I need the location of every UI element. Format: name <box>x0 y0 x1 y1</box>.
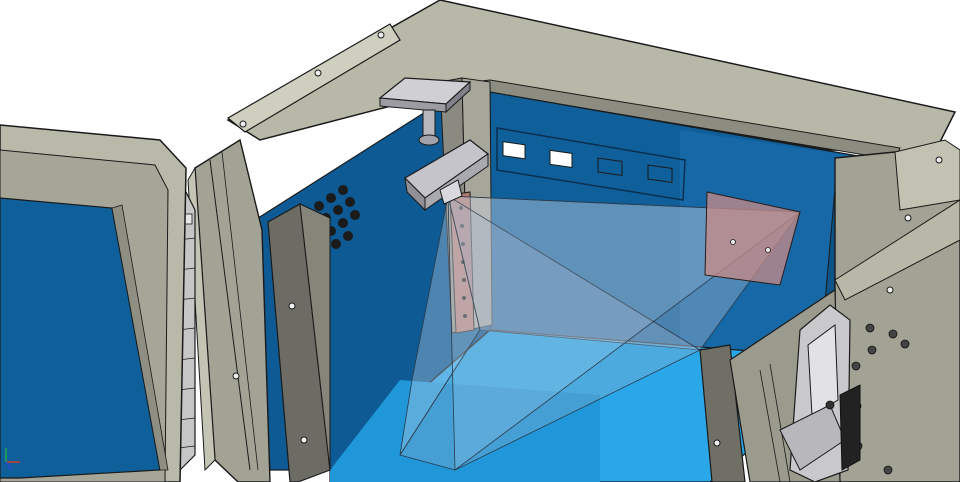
enclosure-svg <box>0 0 960 482</box>
camera-stem <box>422 109 436 137</box>
latch-dark-block <box>839 384 861 471</box>
slot-1 <box>502 141 526 160</box>
slot-4 <box>647 164 673 184</box>
right-flange-top <box>894 139 960 211</box>
open-door <box>0 124 187 482</box>
enclosure-render <box>0 0 960 482</box>
slot-3 <box>597 157 623 176</box>
slot-2 <box>549 149 573 168</box>
